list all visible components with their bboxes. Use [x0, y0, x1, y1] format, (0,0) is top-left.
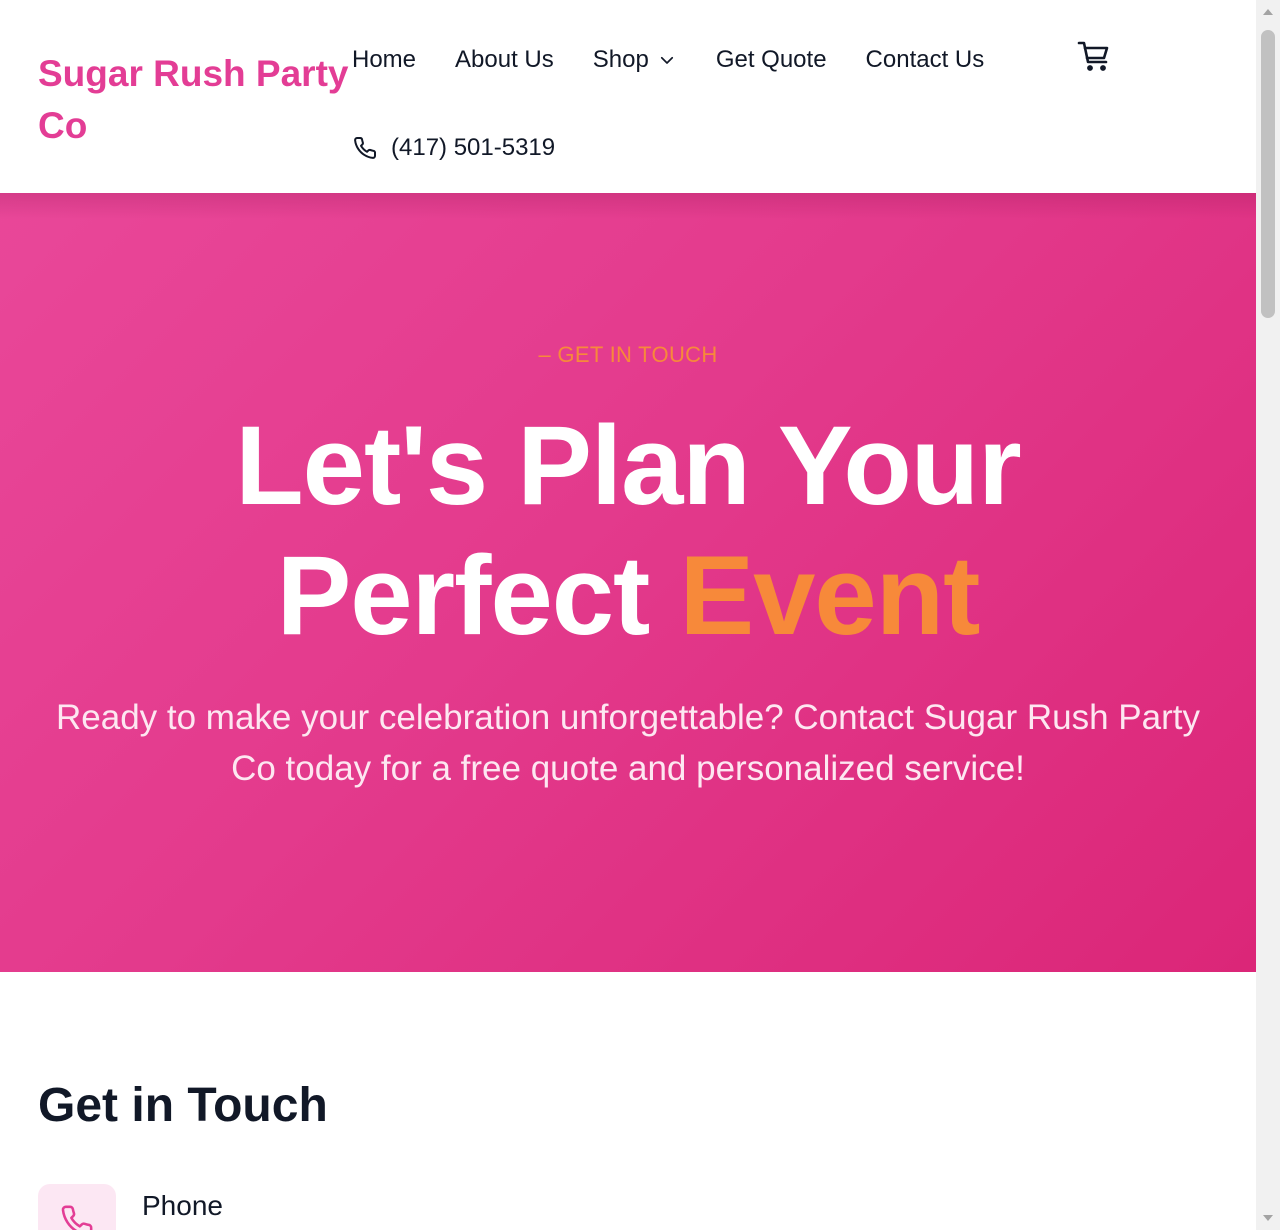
cart-icon — [1077, 40, 1111, 77]
hero-subtitle: Ready to make your celebration unforgett… — [56, 698, 1200, 788]
get-in-touch-heading: Get in Touch — [38, 1079, 328, 1132]
scroll-down-arrow-icon[interactable] — [1256, 1206, 1280, 1230]
nav-shop[interactable]: Shop — [593, 40, 676, 80]
nav-home[interactable]: Home — [352, 40, 416, 80]
site-header: Sugar Rush Party Co Home About Us Shop G… — [0, 0, 1256, 193]
cart-button[interactable] — [1076, 41, 1112, 75]
nav-shop-label: Shop — [592, 46, 649, 73]
header-phone-number: (417) 501-5319 — [391, 134, 556, 161]
phone-icon — [352, 135, 378, 161]
hero-title: Let's Plan Your Perfect Event — [0, 401, 1256, 661]
hero-banner: – GET IN TOUCH Let's Plan Your Perfect E… — [0, 193, 1256, 972]
nav-about-us[interactable]: About Us — [455, 40, 554, 80]
hero-title-accent: Event — [679, 533, 980, 658]
header-phone-link[interactable]: (417) 501-5319 — [352, 128, 555, 168]
contact-phone-label: Phone — [142, 1190, 223, 1221]
nav-get-quote[interactable]: Get Quote — [716, 40, 827, 80]
hero-title-line2: Perfect — [276, 533, 680, 658]
chevron-down-icon — [658, 51, 676, 69]
phone-icon — [60, 1204, 94, 1230]
brand-logo[interactable]: Sugar Rush Party Co — [38, 48, 358, 152]
contact-phone-icon-box — [38, 1184, 116, 1230]
main-nav: Home About Us Shop Get Quote Contact Us — [352, 40, 1023, 80]
scrollbar-thumb[interactable] — [1261, 30, 1275, 318]
scroll-up-arrow-icon[interactable] — [1256, 0, 1280, 24]
hero-eyebrow: – GET IN TOUCH — [538, 342, 718, 367]
nav-contact-us[interactable]: Contact Us — [866, 40, 985, 80]
page-scrollbar[interactable] — [1256, 0, 1280, 1230]
hero-title-line1: Let's Plan Your — [235, 403, 1021, 528]
